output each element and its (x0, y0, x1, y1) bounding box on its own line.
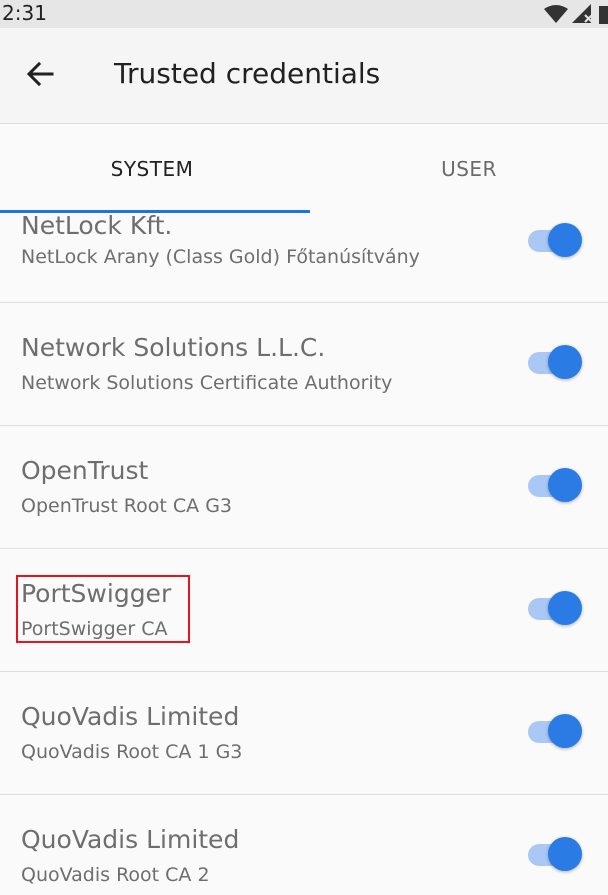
cert-organization: NetLock Kft. (21, 214, 173, 240)
tab-user[interactable]: USER (330, 124, 608, 214)
status-time: 2:31 (2, 1, 47, 25)
signal-icon (572, 4, 593, 23)
toggle-thumb (548, 345, 582, 379)
toggle-thumb (548, 714, 582, 748)
cert-organization: QuoVadis Limited (21, 825, 240, 854)
toggle-thumb (548, 591, 582, 625)
status-bar: 2:31 (0, 0, 608, 28)
cert-name: QuoVadis Root CA 1 G3 (21, 741, 243, 763)
cert-enabled-toggle[interactable] (526, 468, 584, 504)
status-icons (544, 4, 608, 24)
cert-enabled-toggle[interactable] (526, 223, 584, 259)
back-arrow-icon (26, 61, 54, 87)
toggle-thumb (548, 837, 582, 871)
page-title: Trusted credentials (114, 57, 381, 90)
app-bar: Trusted credentials (0, 28, 608, 124)
list-item-quovadis-2[interactable]: QuoVadis Limited QuoVadis Root CA 2 (0, 795, 608, 895)
list-item-opentrust[interactable]: OpenTrust OpenTrust Root CA G3 (0, 426, 608, 549)
cert-name: Network Solutions Certificate Authority (21, 372, 393, 394)
cert-enabled-toggle[interactable] (526, 714, 584, 750)
list-item-netlock[interactable]: NetLock Kft. NetLock Arany (Class Gold) … (0, 214, 608, 303)
wifi-icon (544, 5, 568, 23)
toggle-thumb (548, 468, 582, 502)
list-item-quovadis-1[interactable]: QuoVadis Limited QuoVadis Root CA 1 G3 (0, 672, 608, 795)
cert-enabled-toggle[interactable] (526, 837, 584, 873)
battery-icon (599, 6, 608, 24)
cert-organization: OpenTrust (21, 456, 149, 485)
cert-name: QuoVadis Root CA 2 (21, 864, 210, 886)
cert-name: NetLock Arany (Class Gold) Főtanúsítvány (21, 246, 420, 268)
certificate-list[interactable]: NetLock Kft. NetLock Arany (Class Gold) … (0, 214, 608, 895)
tab-bar: SYSTEM USER (0, 124, 608, 214)
back-button[interactable] (14, 48, 66, 100)
cert-enabled-toggle[interactable] (526, 591, 584, 627)
highlight-box (16, 575, 190, 643)
cert-organization: QuoVadis Limited (21, 702, 240, 731)
cert-organization: Network Solutions L.L.C. (21, 333, 326, 362)
toggle-thumb (548, 223, 582, 257)
list-item-network-solutions[interactable]: Network Solutions L.L.C. Network Solutio… (0, 303, 608, 426)
cert-enabled-toggle[interactable] (526, 345, 584, 381)
cert-name: OpenTrust Root CA G3 (21, 495, 233, 517)
tab-indicator (0, 210, 310, 213)
tab-system[interactable]: SYSTEM (0, 124, 304, 214)
